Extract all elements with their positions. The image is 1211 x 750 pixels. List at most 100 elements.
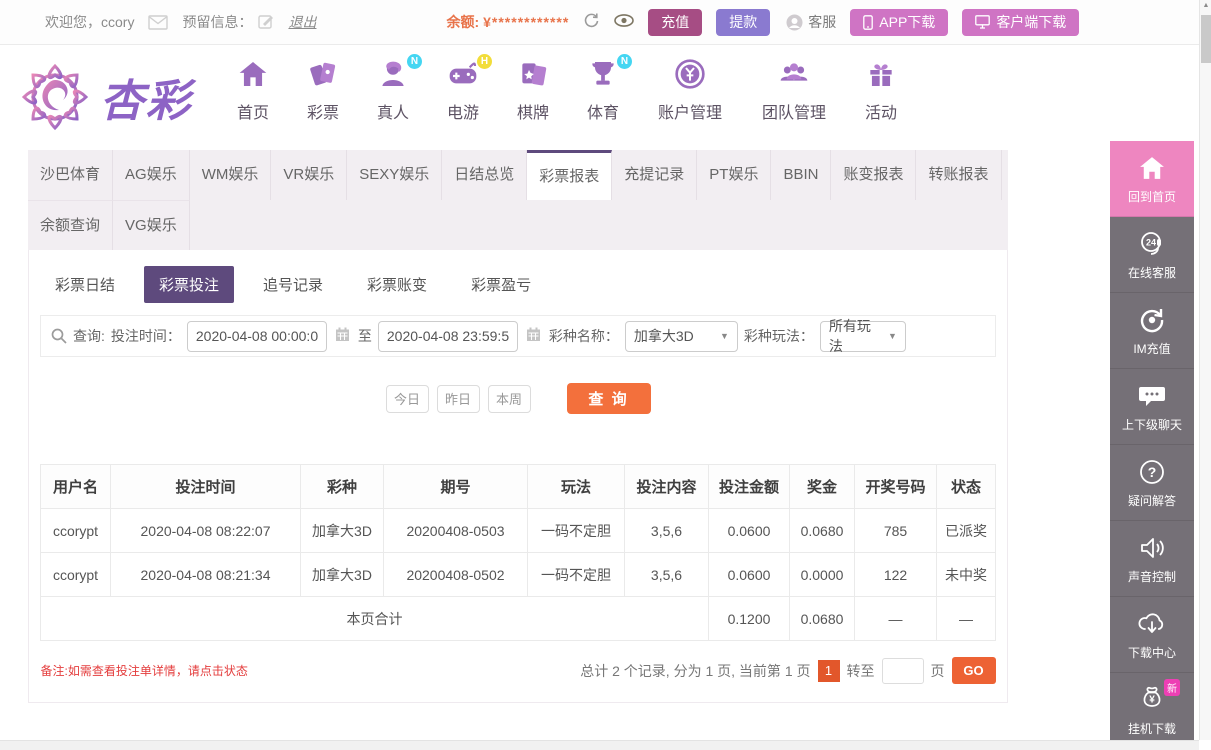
trophy-icon: N: [586, 58, 620, 96]
nav-lottery[interactable]: 彩票: [288, 58, 358, 123]
app-download-label: APP下载: [879, 12, 935, 32]
nav-promotions[interactable]: 活动: [846, 58, 916, 123]
summary-result: —: [855, 597, 937, 641]
cell-lottery: 加拿大3D: [301, 553, 384, 597]
query-label: 查询:: [73, 326, 105, 346]
status-link-paid[interactable]: 已派奖: [937, 509, 996, 553]
lottery-select[interactable]: 加拿大3D ▼: [625, 321, 738, 352]
col-issue: 期号: [384, 465, 528, 509]
table-row: ccorypt 2020-04-08 08:21:34 加拿大3D 202004…: [41, 553, 996, 597]
sidebar-chat[interactable]: 上下级聊天: [1110, 369, 1194, 445]
report-panel: 彩票日结 彩票投注 追号记录 彩票账变 彩票盈亏 查询: 投注时间： 至: [28, 250, 1008, 703]
today-button[interactable]: 今日: [386, 385, 429, 413]
client-download-button[interactable]: 客户端下载: [962, 9, 1079, 36]
this-week-button[interactable]: 本周: [488, 385, 531, 413]
svg-text:24: 24: [1146, 238, 1156, 248]
page: 欢迎您，ccory 预留信息： 退出 余额: ¥************ 充值 …: [0, 0, 1211, 750]
cell-content: 3,5,6: [625, 509, 709, 553]
tab-wm[interactable]: WM娱乐: [190, 150, 272, 200]
coin-icon: [674, 58, 706, 96]
tab-transfer-report[interactable]: 转账报表: [916, 150, 1001, 200]
message-envelope-icon[interactable]: [148, 15, 168, 30]
chat-icon: [1110, 381, 1194, 411]
tab-pt[interactable]: PT娱乐: [697, 150, 771, 200]
nav-account-label: 账户管理: [638, 99, 742, 123]
sidebar-download-center[interactable]: 下载中心: [1110, 597, 1194, 673]
query-submit-button[interactable]: 查 询: [567, 383, 651, 414]
subtab-lottery-profit-loss[interactable]: 彩票盈亏: [456, 266, 546, 303]
show-balance-eye-icon[interactable]: [614, 14, 634, 30]
sidebar-label: 疑问解答: [1110, 492, 1194, 509]
search-form: 查询: 投注时间： 至 彩种名称： 加拿大3D ▼ 彩种玩法： 所有玩: [40, 315, 996, 357]
scroll-up-arrow-icon[interactable]: ▲: [1200, 2, 1211, 9]
tab-account-change-report[interactable]: 账变报表: [831, 150, 916, 200]
sidebar-sound-control[interactable]: 声音控制: [1110, 521, 1194, 597]
phone-icon: [863, 15, 873, 30]
tab-bbin[interactable]: BBIN: [771, 150, 831, 200]
site-logo[interactable]: 杏彩: [16, 60, 192, 134]
tab-vg[interactable]: VG娱乐: [113, 200, 190, 250]
monitor-icon: [975, 15, 990, 29]
new-badge: 新: [1164, 679, 1180, 696]
nav-team-management[interactable]: 团队管理: [742, 58, 846, 123]
vertical-scrollbar[interactable]: ▲: [1199, 0, 1211, 740]
hot-badge: H: [477, 54, 492, 69]
app-download-button[interactable]: APP下载: [850, 9, 948, 36]
subtab-lottery-bets[interactable]: 彩票投注: [144, 266, 234, 303]
calendar-icon[interactable]: [335, 327, 350, 345]
current-page-badge[interactable]: 1: [818, 660, 840, 682]
nav-account-management[interactable]: 账户管理: [638, 58, 742, 123]
sidebar-hangup-download[interactable]: ¥ 新 挂机下载: [1110, 673, 1194, 749]
tab-vr[interactable]: VR娱乐: [271, 150, 347, 200]
home-icon: [237, 58, 269, 96]
subtab-lottery-daily[interactable]: 彩票日结: [40, 266, 130, 303]
nav-live[interactable]: N 真人: [358, 58, 428, 123]
col-lottery: 彩种: [301, 465, 384, 509]
sidebar-back-home[interactable]: 回到首页: [1110, 141, 1194, 217]
nav-lottery-label: 彩票: [288, 99, 358, 123]
calendar-icon[interactable]: [526, 327, 541, 345]
scrollbar-thumb[interactable]: [1201, 15, 1211, 63]
sidebar-online-service[interactable]: 24 在线客服: [1110, 217, 1194, 293]
tab-balance-query[interactable]: 余额查询: [28, 200, 113, 250]
lottery-subtabs: 彩票日结 彩票投注 追号记录 彩票账变 彩票盈亏: [40, 262, 996, 315]
time-from-input[interactable]: [187, 321, 327, 352]
time-to-input[interactable]: [378, 321, 518, 352]
go-button[interactable]: GO: [952, 657, 996, 684]
sidebar-faq[interactable]: ? 疑问解答: [1110, 445, 1194, 521]
subtab-chase-records[interactable]: 追号记录: [248, 266, 338, 303]
tab-lottery-report[interactable]: 彩票报表: [527, 150, 612, 200]
cell-play: 一码不定胆: [528, 553, 625, 597]
cell-amount: 0.0600: [709, 509, 790, 553]
recharge-button[interactable]: 充值: [648, 9, 702, 36]
tab-daily-overview[interactable]: 日结总览: [442, 150, 527, 200]
withdraw-button[interactable]: 提款: [716, 9, 770, 36]
nav-boardgames[interactable]: 棋牌: [498, 58, 568, 123]
speaker-icon: [1110, 533, 1194, 563]
horizontal-scrollbar[interactable]: [0, 740, 1199, 750]
play-type-select[interactable]: 所有玩法 ▼: [820, 321, 906, 352]
tab-shaba-sports[interactable]: 沙巴体育: [28, 150, 113, 200]
nav-home[interactable]: 首页: [218, 58, 288, 123]
sidebar-label: 挂机下载: [1110, 720, 1194, 737]
sidebar-im-recharge[interactable]: IM充值: [1110, 293, 1194, 369]
sidebar-label: IM充值: [1110, 340, 1194, 357]
customer-service-link[interactable]: 客服: [786, 12, 836, 32]
edit-message-icon[interactable]: [258, 14, 274, 30]
logout-link[interactable]: 退出: [288, 12, 316, 32]
nav-egames[interactable]: H 电游: [428, 58, 498, 123]
logo-text: 杏彩: [100, 65, 192, 129]
team-icon: [777, 58, 811, 96]
refresh-balance-icon[interactable]: [583, 12, 600, 32]
summary-status: —: [937, 597, 996, 641]
yesterday-button[interactable]: 昨日: [437, 385, 480, 413]
nav-sports[interactable]: N 体育: [568, 58, 638, 123]
tab-ag[interactable]: AG娱乐: [113, 150, 190, 200]
cards-icon: [517, 58, 549, 96]
subtab-lottery-account-change[interactable]: 彩票账变: [352, 266, 442, 303]
nav-boardgames-label: 棋牌: [498, 99, 568, 123]
tab-sexy[interactable]: SEXY娱乐: [347, 150, 442, 200]
tab-deposit-withdraw-records[interactable]: 充提记录: [612, 150, 697, 200]
goto-page-input[interactable]: [882, 658, 924, 684]
status-link-lost[interactable]: 未中奖: [937, 553, 996, 597]
